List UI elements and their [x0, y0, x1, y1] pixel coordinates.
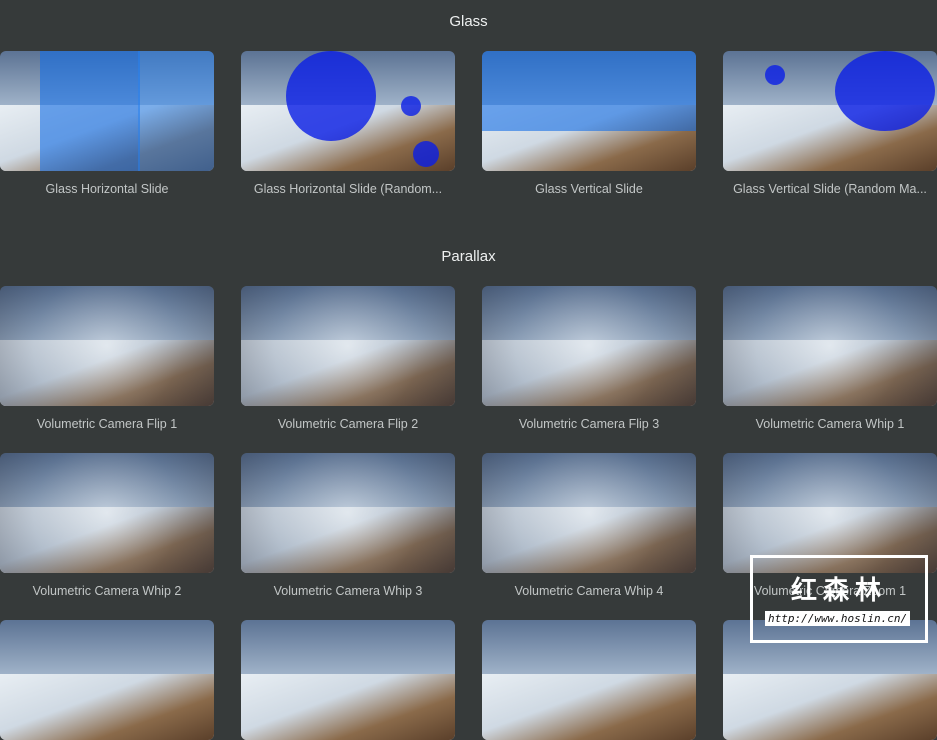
- transition-item[interactable]: [482, 620, 696, 740]
- transition-item[interactable]: Glass Horizontal Slide (Random...: [241, 51, 455, 196]
- transition-thumbnail[interactable]: [0, 51, 214, 171]
- transition-thumbnail[interactable]: [241, 453, 455, 573]
- transition-item[interactable]: Glass Vertical Slide: [482, 51, 696, 196]
- transition-item[interactable]: [241, 620, 455, 740]
- transition-item[interactable]: [0, 620, 214, 740]
- transition-item[interactable]: Volumetric Camera Whip 2: [0, 453, 214, 598]
- transition-item[interactable]: Volumetric Camera Flip 1: [0, 286, 214, 431]
- transition-label: Volumetric Camera Flip 3: [518, 417, 660, 431]
- transition-label: Glass Vertical Slide: [535, 182, 643, 196]
- transition-item[interactable]: Volumetric Camera Flip 2: [241, 286, 455, 431]
- transition-label: Volumetric Camera Whip 4: [514, 584, 664, 598]
- section-title-parallax: Parallax: [441, 248, 496, 265]
- transition-item[interactable]: Glass Horizontal Slide: [0, 51, 214, 196]
- watermark: 红森林 http://www.hoslin.cn/: [750, 555, 928, 643]
- transition-label: Volumetric Camera Whip 1: [755, 417, 905, 431]
- transition-label: Volumetric Camera Whip 3: [273, 584, 423, 598]
- transition-item[interactable]: Volumetric Camera Whip 4: [482, 453, 696, 598]
- transition-thumbnail[interactable]: [0, 620, 214, 740]
- watermark-text: 红森林: [790, 575, 887, 605]
- transition-label: Glass Vertical Slide (Random Ma...: [733, 182, 927, 196]
- transition-thumbnail[interactable]: [241, 286, 455, 406]
- transition-thumbnail[interactable]: [482, 51, 696, 171]
- transition-label: Volumetric Camera Flip 1: [36, 417, 178, 431]
- transition-label: Volumetric Camera Whip 2: [32, 584, 182, 598]
- transition-thumbnail[interactable]: [0, 453, 214, 573]
- section-title-glass: Glass: [449, 13, 488, 30]
- transition-label: Volumetric Camera Flip 2: [277, 417, 419, 431]
- transition-thumbnail[interactable]: [723, 286, 937, 406]
- transition-item[interactable]: Volumetric Camera Flip 3: [482, 286, 696, 431]
- transition-label: Glass Horizontal Slide: [45, 182, 169, 196]
- transition-item[interactable]: Glass Vertical Slide (Random Ma...: [723, 51, 937, 196]
- transition-thumbnail[interactable]: [482, 286, 696, 406]
- transition-item[interactable]: Volumetric Camera Whip 1: [723, 286, 937, 431]
- watermark-url: http://www.hoslin.cn/: [765, 611, 911, 626]
- transition-thumbnail[interactable]: [241, 620, 455, 740]
- transition-thumbnail[interactable]: [0, 286, 214, 406]
- transition-thumbnail[interactable]: [482, 453, 696, 573]
- transition-thumbnail[interactable]: [241, 51, 455, 171]
- transition-label: Glass Horizontal Slide (Random...: [253, 182, 443, 196]
- transition-item[interactable]: Volumetric Camera Whip 3: [241, 453, 455, 598]
- transition-thumbnail[interactable]: [723, 51, 937, 171]
- transition-thumbnail[interactable]: [482, 620, 696, 740]
